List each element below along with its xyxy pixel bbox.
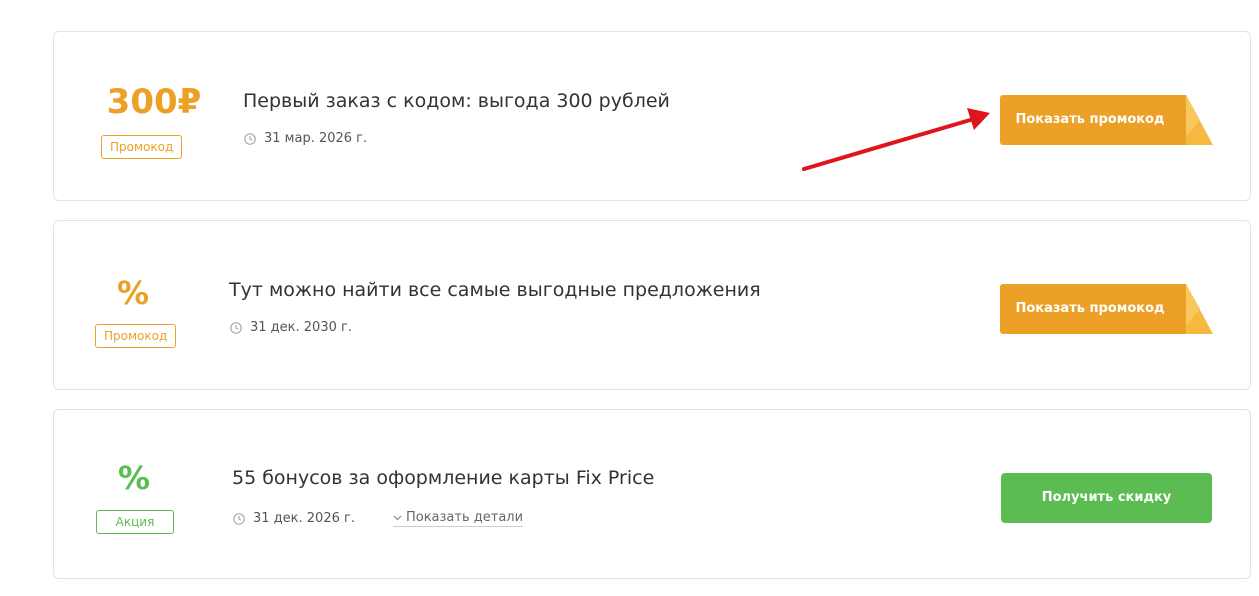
offer-type-badge: Промокод: [101, 135, 183, 159]
show-promo-label: Показать промокод: [1015, 112, 1165, 127]
offer-type-badge: Промокод: [95, 324, 177, 348]
offer-expiry-date: 31 мар. 2026 г.: [264, 131, 368, 146]
offer-type-badge: Акция: [96, 510, 174, 534]
show-promo-label: Показать промокод: [1015, 301, 1165, 316]
show-promo-button[interactable]: Показать промокод: [1000, 284, 1213, 334]
show-details-link[interactable]: Показать детали: [392, 510, 524, 527]
offer-card-1: 300₽ Промокод Первый заказ с кодом: выго…: [53, 31, 1251, 201]
offer-title[interactable]: Первый заказ с кодом: выгода 300 рублей: [243, 90, 670, 112]
offer-value: %: [116, 274, 150, 312]
offer-meta: 31 дек. 2030 г.: [230, 320, 352, 335]
clock-icon: [233, 512, 245, 525]
offer-title[interactable]: Тут можно найти все самые выгодные предл…: [229, 279, 761, 301]
offer-meta: 31 мар. 2026 г.: [244, 131, 367, 146]
offer-card-3: % Акция 55 бонусов за оформление карты F…: [53, 409, 1251, 579]
offer-value: 300₽: [106, 82, 202, 122]
offer-value: %: [117, 459, 151, 497]
offer-meta: 31 дек. 2026 г. Показать детали: [233, 510, 524, 527]
annotation-arrow: [802, 108, 990, 171]
show-promo-button[interactable]: Показать промокод: [1000, 95, 1213, 145]
offer-card-2: % Промокод Тут можно найти все самые выг…: [53, 220, 1251, 390]
chevron-down-icon: [393, 515, 402, 521]
show-details-label: Показать детали: [405, 510, 524, 525]
clock-icon: [230, 321, 242, 334]
offer-expiry-date: 31 дек. 2026 г.: [253, 511, 355, 526]
offer-title[interactable]: 55 бонусов за оформление карты Fix Price: [232, 467, 654, 489]
get-discount-button[interactable]: Получить скидку: [1001, 473, 1212, 523]
offer-expiry-date: 31 дек. 2030 г.: [250, 320, 352, 335]
clock-icon: [244, 132, 256, 145]
